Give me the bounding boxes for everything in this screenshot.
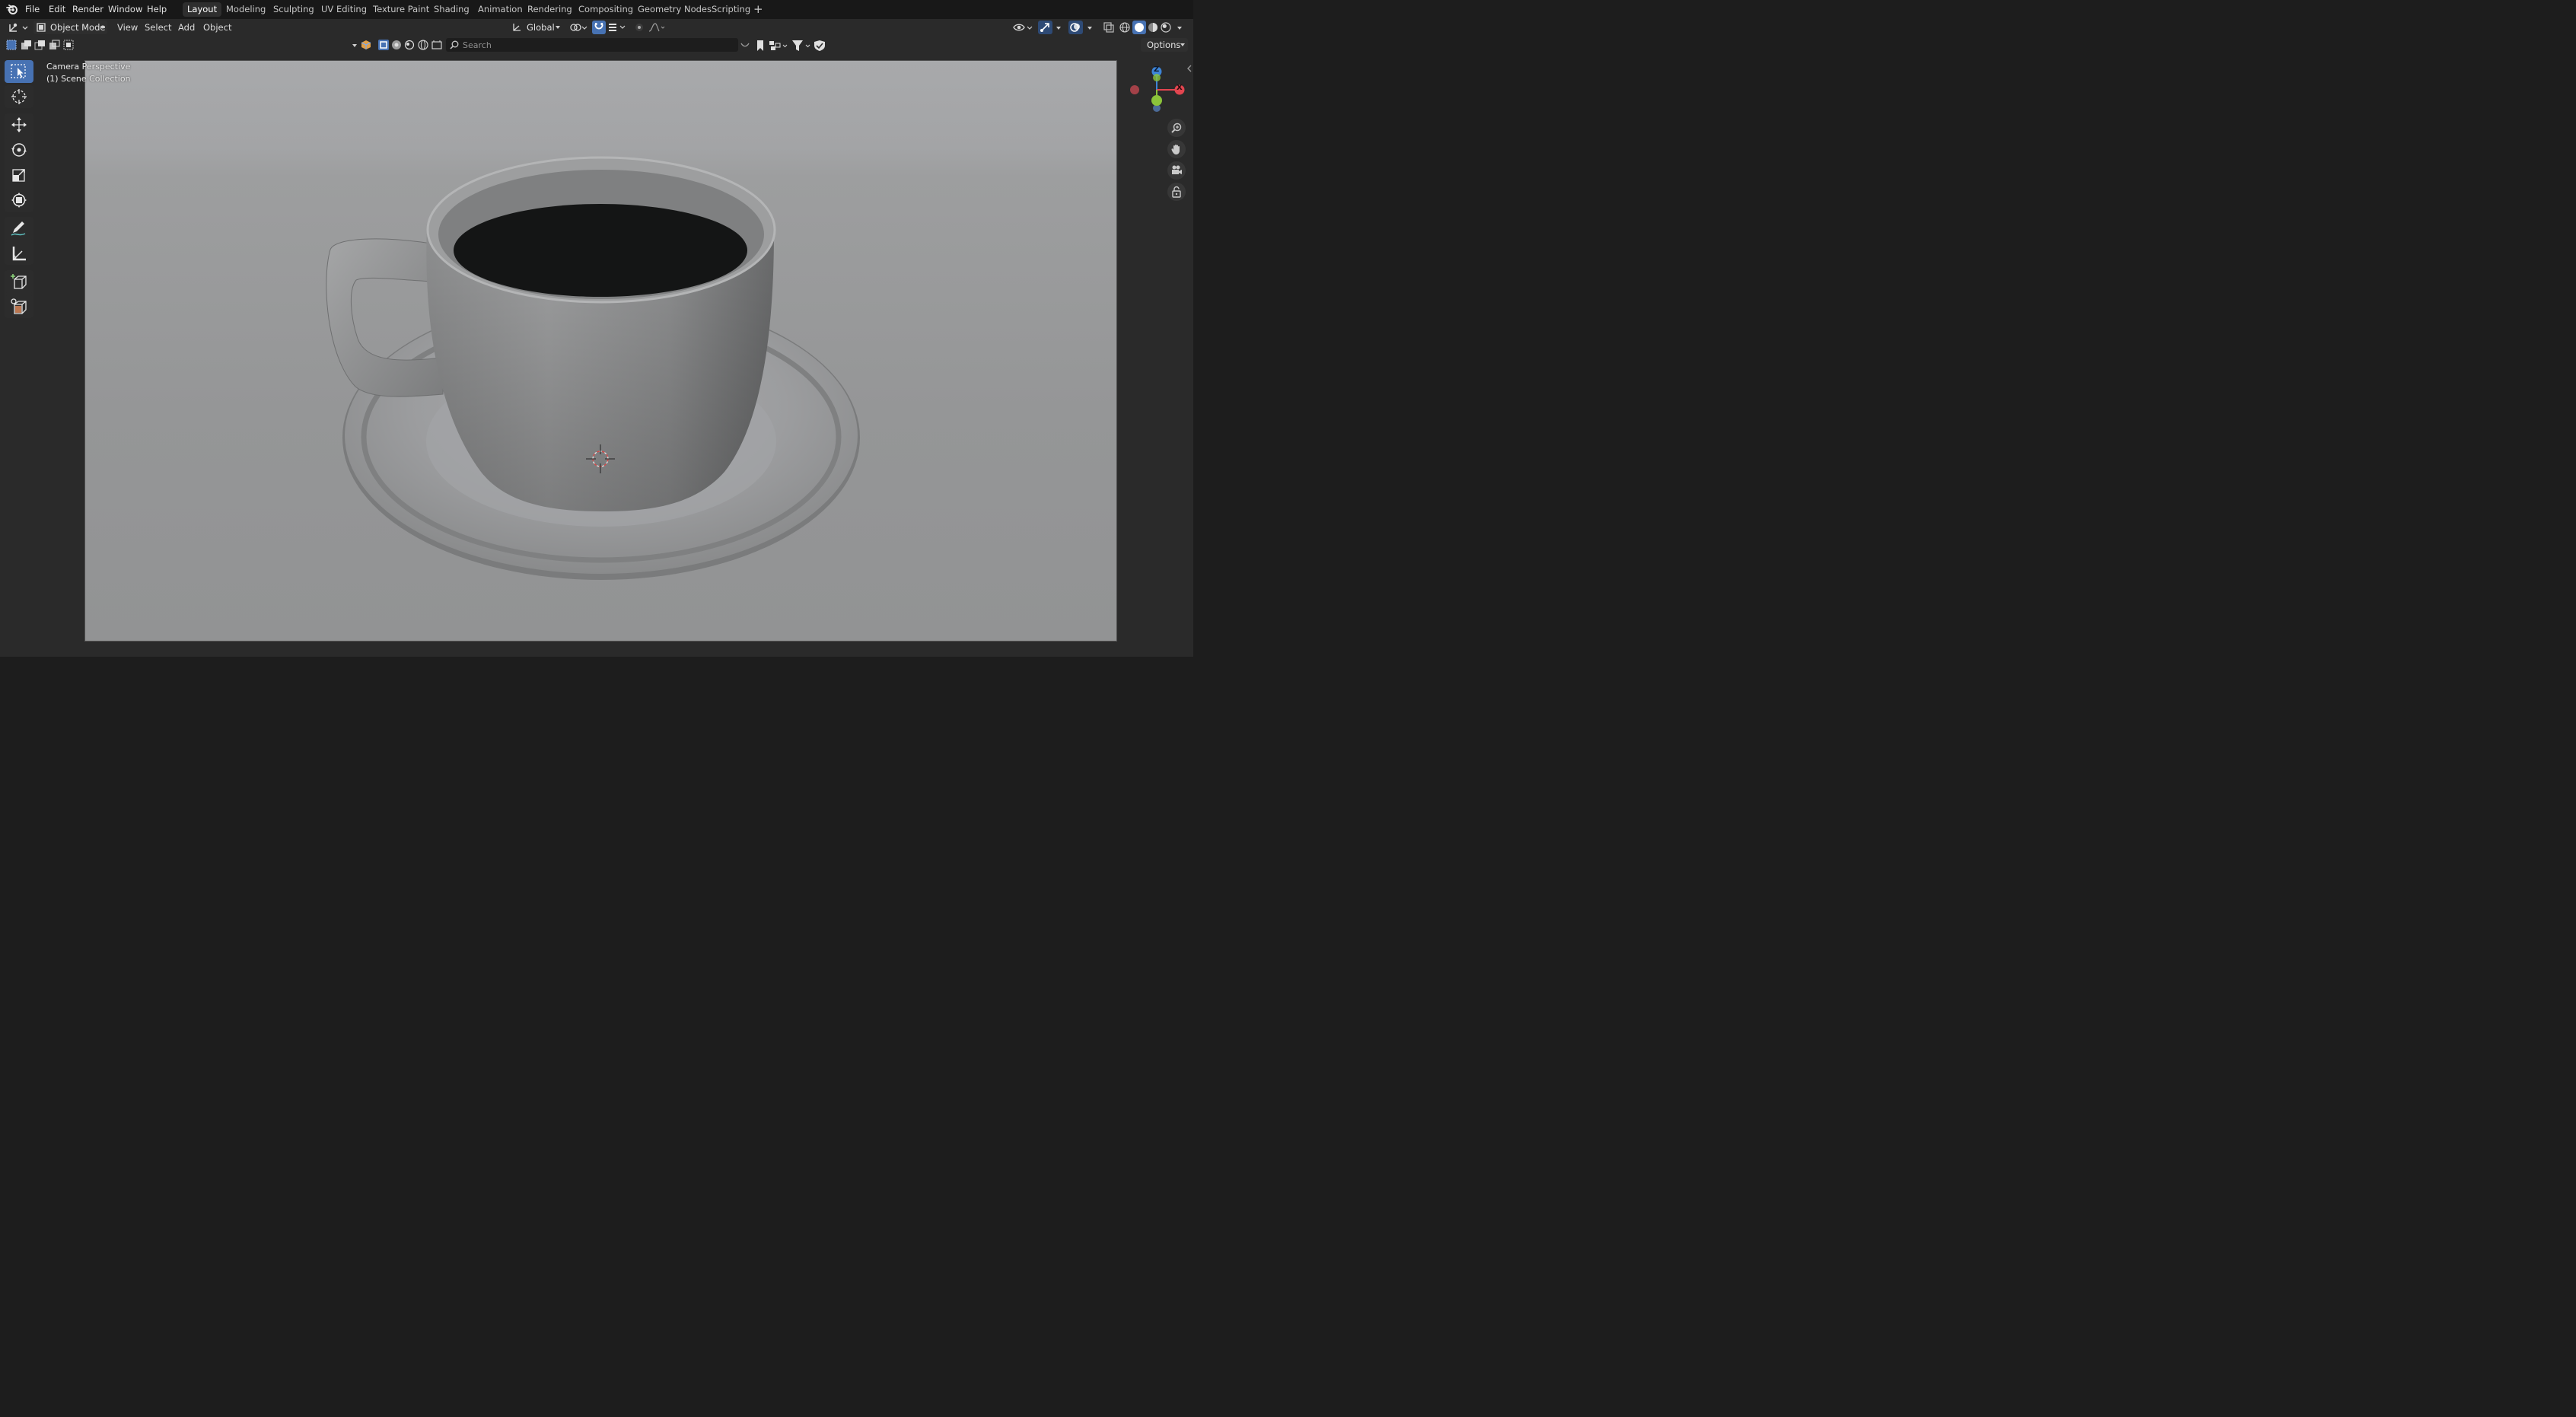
gizmo-toggle-icon[interactable] [1038, 21, 1052, 34]
select-box-tool[interactable] [5, 60, 33, 83]
search-input[interactable] [446, 38, 738, 52]
visibility-eye-icon[interactable] [1013, 21, 1034, 36]
tab-shading[interactable]: Shading [429, 2, 474, 17]
proportional-editing-icon[interactable] [634, 22, 667, 35]
menu-view[interactable]: View [117, 21, 138, 34]
3d-viewport[interactable]: Camera Perspective (1) Scene Collection [46, 60, 1117, 642]
menu-window[interactable]: Window [108, 3, 142, 16]
pencil-icon [11, 221, 26, 236]
extrude-cube-icon [11, 298, 27, 314]
mode-dropdown[interactable]: Object Mode [33, 21, 107, 34]
orientation-label: Global [527, 22, 555, 33]
rendered-shading-icon[interactable] [1161, 22, 1171, 35]
sidebar-toggle-icon[interactable] [1186, 64, 1193, 75]
menu-render[interactable]: Render [72, 3, 103, 16]
transform-orientation-dropdown[interactable]: Global [508, 21, 563, 34]
scale-icon [12, 169, 25, 182]
mode-label: Object Mode [50, 22, 106, 33]
scale-tool[interactable] [5, 164, 33, 186]
editor-type-icon[interactable] [8, 21, 29, 36]
search-right-icons[interactable] [740, 40, 828, 54]
wireframe-shading-icon[interactable] [1119, 22, 1130, 35]
tab-scripting[interactable]: Scripting [707, 2, 755, 17]
unlock-icon [1172, 186, 1181, 198]
tab-rendering[interactable]: Rendering [523, 2, 577, 17]
chevron-down-icon[interactable] [1056, 27, 1061, 30]
tool-settings-bar: Options [0, 36, 1193, 55]
add-cube-tool[interactable] [5, 270, 33, 293]
object-type-filter-icons[interactable] [361, 40, 444, 53]
selection-mode-icons[interactable] [6, 40, 75, 53]
gizmo-x-label: X [1177, 84, 1183, 92]
magnifier-plus-icon [1171, 123, 1182, 133]
menu-edit[interactable]: Edit [49, 3, 65, 16]
menu-object[interactable]: Object [203, 21, 231, 34]
camera-view-button[interactable] [1167, 161, 1186, 180]
crosshair-cursor-icon [11, 89, 27, 104]
pan-view-button[interactable] [1167, 140, 1186, 158]
menu-add[interactable]: Add [178, 21, 195, 34]
options-label: Options [1147, 40, 1181, 50]
tab-sculpting[interactable]: Sculpting [269, 2, 319, 17]
camera-icon [1172, 165, 1182, 174]
chevron-down-icon[interactable] [1177, 27, 1182, 30]
menu-help[interactable]: Help [147, 3, 167, 16]
orientation-axes-icon [513, 24, 521, 31]
chevron-down-icon[interactable] [352, 44, 357, 47]
gizmo-z-label: Z [1154, 65, 1160, 74]
pivot-point-icon[interactable] [569, 21, 589, 36]
object-mode-icon [37, 23, 46, 32]
extrude-tool[interactable] [5, 295, 33, 318]
xray-toggle-icon[interactable] [1103, 22, 1114, 35]
top-menu-bar: File Edit Render Window Help Layout Mode… [0, 0, 1193, 19]
move-tool[interactable] [5, 113, 33, 136]
tool-shelf [5, 60, 34, 318]
blender-logo-icon[interactable] [6, 3, 18, 18]
hand-icon [1171, 145, 1180, 154]
search-icon [450, 40, 459, 49]
viewport-header: Object Mode View Select Add Object Globa… [0, 19, 1193, 36]
chevron-down-icon [100, 26, 105, 29]
lock-camera-button[interactable] [1167, 183, 1186, 201]
move-arrows-icon [11, 117, 27, 132]
add-cube-icon [11, 274, 27, 289]
select-box-icon [11, 64, 26, 78]
chevron-down-icon [556, 26, 560, 29]
rotate-icon [11, 143, 27, 157]
chevron-down-icon [1180, 43, 1185, 46]
coffee-cup-render [326, 156, 860, 580]
tab-modeling[interactable]: Modeling [221, 2, 270, 17]
ruler-icon [12, 247, 26, 261]
tab-compositing[interactable]: Compositing [574, 2, 638, 17]
add-workspace-button[interactable]: + [749, 2, 768, 17]
transform-tool[interactable] [5, 189, 33, 212]
snap-target-icon[interactable] [608, 22, 628, 35]
menu-select[interactable]: Select [145, 21, 171, 34]
overlays-toggle-icon[interactable] [1068, 21, 1083, 34]
zoom-view-button[interactable] [1167, 119, 1186, 137]
tab-texture-paint[interactable]: Texture Paint [368, 2, 434, 17]
transform-icon [11, 193, 27, 208]
tab-layout[interactable]: Layout [183, 2, 222, 17]
tab-uv-editing[interactable]: UV Editing [317, 2, 371, 17]
annotate-tool[interactable] [5, 217, 33, 240]
snap-toggle-icon[interactable] [592, 21, 606, 34]
cursor-tool[interactable] [5, 85, 33, 108]
menu-file[interactable]: File [25, 3, 40, 16]
tab-animation[interactable]: Animation [473, 2, 527, 17]
axis-gizmo[interactable]: Z X [1126, 64, 1189, 116]
chevron-down-icon[interactable] [1087, 27, 1092, 30]
material-preview-icon[interactable] [1148, 22, 1158, 35]
tab-geometry-nodes[interactable]: Geometry Nodes [633, 2, 716, 17]
measure-tool[interactable] [5, 242, 33, 265]
solid-shading-icon[interactable] [1132, 21, 1146, 34]
rotate-tool[interactable] [5, 139, 33, 161]
options-dropdown[interactable]: Options [1141, 38, 1188, 52]
